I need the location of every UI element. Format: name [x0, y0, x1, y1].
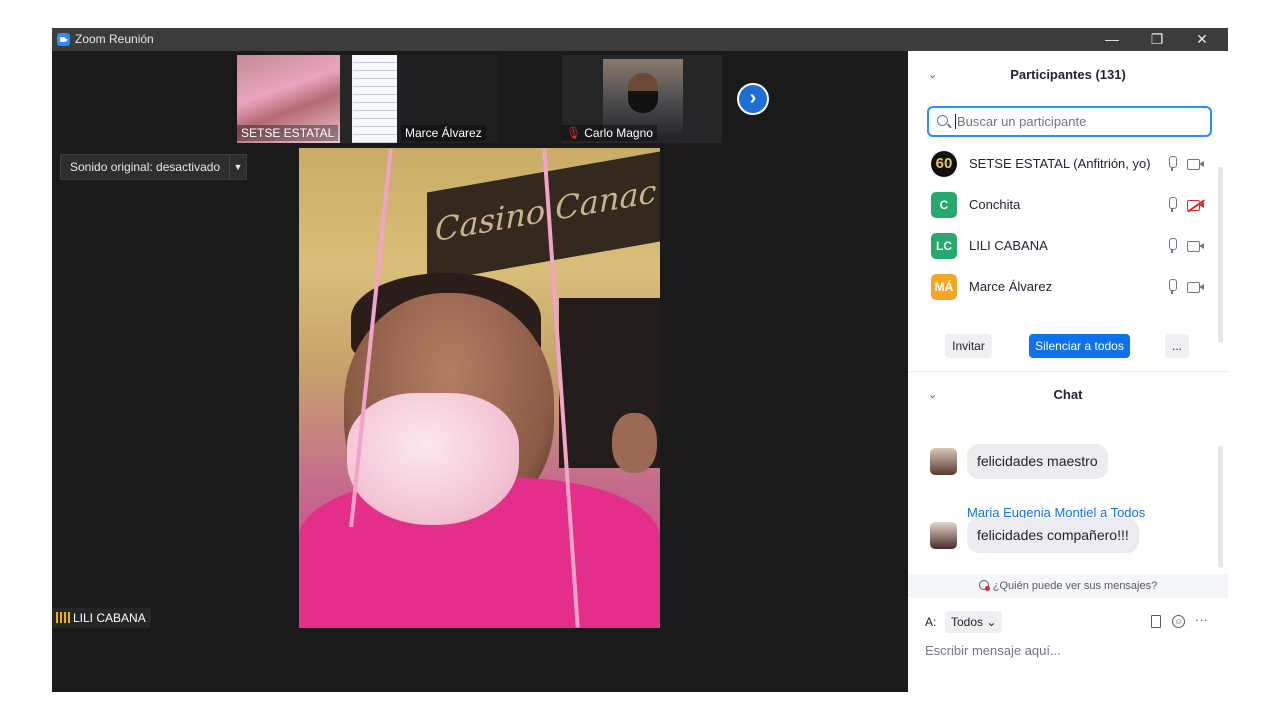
- chat-title: Chat: [1053, 387, 1083, 402]
- video-area: SETSE ESTATAL Marce Álvarez 🎙 Carlo Magno…: [52, 51, 908, 692]
- active-speaker-name: LILI CABANA: [73, 611, 146, 625]
- participant-name: SETSE ESTATAL (Anfitrión, yo): [969, 156, 1151, 171]
- avatar: [930, 522, 957, 549]
- search-icon: [937, 115, 948, 126]
- participant-name: Conchita: [969, 197, 1021, 212]
- participant-list: 60 SETSE ESTATAL (Anfitrión, yo) C Conch…: [908, 144, 1220, 310]
- close-button[interactable]: ✕: [1179, 28, 1225, 51]
- minimize-button[interactable]: —: [1089, 28, 1135, 51]
- participant-row[interactable]: 60 SETSE ESTATAL (Anfitrión, yo): [908, 144, 1220, 185]
- participant-row[interactable]: LC LILI CABANA: [908, 226, 1220, 267]
- thumbnail-name: Carlo Magno: [584, 126, 653, 140]
- zoom-app-icon: [57, 33, 70, 46]
- title-bar: Zoom Reunión — ❐ ✕: [52, 28, 1228, 51]
- emoji-icon[interactable]: ☺: [1172, 615, 1185, 628]
- camera-off-icon[interactable]: [1187, 199, 1205, 213]
- recipient-label: A:: [925, 615, 937, 629]
- participant-name: LILI CABANA: [969, 238, 1048, 253]
- avatar: [930, 448, 957, 475]
- active-speaker-video: Casino Canac: [299, 148, 660, 628]
- message-visibility-info[interactable]: ¿Quién puede ver sus mensajes?: [908, 574, 1228, 598]
- camera-icon[interactable]: [1187, 282, 1205, 293]
- signal-strength-icon: [56, 612, 70, 623]
- more-options-button[interactable]: ...: [1165, 334, 1189, 358]
- camera-icon[interactable]: [1187, 241, 1205, 252]
- chat-message-input[interactable]: Escribir mensaje aquí...: [925, 641, 1215, 661]
- microphone-icon[interactable]: [1167, 279, 1177, 295]
- chat-message-text: felicidades maestro: [967, 444, 1108, 479]
- speaker-mask: [347, 393, 519, 525]
- invite-button[interactable]: Invitar: [945, 334, 992, 358]
- search-placeholder: Buscar un participante: [957, 114, 1087, 129]
- recipient-select[interactable]: Todos ⌄: [945, 611, 1003, 633]
- recipient-value: Todos: [951, 615, 984, 629]
- side-panel: ⌄ Participantes (131) Buscar un particip…: [908, 51, 1228, 692]
- active-speaker-label: LILI CABANA: [52, 608, 151, 628]
- participant-name: Marce Álvarez: [969, 279, 1053, 294]
- participant-search-input[interactable]: Buscar un participante: [927, 106, 1212, 137]
- participants-scrollbar[interactable]: [1218, 167, 1223, 343]
- panel-divider: [908, 371, 1228, 372]
- camera-icon[interactable]: [1187, 159, 1205, 170]
- microphone-icon[interactable]: [1167, 156, 1177, 172]
- video-thumbnail[interactable]: Marce Álvarez: [353, 55, 497, 143]
- avatar: 60: [931, 151, 957, 177]
- chevron-right-icon: ›: [749, 87, 757, 109]
- participant-row[interactable]: MÁ Marce Álvarez: [908, 267, 1220, 308]
- original-sound-label: Sonido original: desactivado: [70, 160, 221, 174]
- background-person: [612, 413, 657, 473]
- chevron-down-icon: ⌄: [986, 615, 997, 629]
- shared-document-image: [353, 55, 397, 143]
- mic-muted-icon: 🎙: [566, 126, 582, 140]
- microphone-icon[interactable]: [1167, 238, 1177, 254]
- restore-button[interactable]: ❐: [1134, 28, 1180, 51]
- chevron-down-icon[interactable]: ▼: [229, 155, 246, 179]
- avatar: C: [931, 192, 957, 218]
- next-page-button[interactable]: ›: [737, 83, 769, 115]
- zoom-window: Zoom Reunión — ❐ ✕ SETSE ESTATAL Marce Á…: [52, 28, 1228, 692]
- text-cursor: [955, 114, 956, 129]
- original-sound-dropdown[interactable]: Sonido original: desactivado ▼: [60, 154, 247, 180]
- person-icon: [978, 580, 990, 591]
- chat-recipient-row: A: Todos ⌄ ☺ ···: [908, 611, 1228, 633]
- participant-row[interactable]: C Conchita: [908, 185, 1220, 226]
- avatar: LC: [931, 233, 957, 259]
- mute-all-button[interactable]: Silenciar a todos: [1029, 334, 1130, 358]
- thumbnail-name: Marce Álvarez: [401, 125, 486, 141]
- video-thumbnail[interactable]: SETSE ESTATAL: [237, 55, 353, 143]
- thumbnail-name: SETSE ESTATAL: [237, 125, 339, 141]
- visibility-text: ¿Quién puede ver sus mensajes?: [992, 580, 1158, 592]
- window-title: Zoom Reunión: [75, 32, 154, 46]
- participant-row[interactable]: [908, 308, 1220, 310]
- chat-scrollbar[interactable]: [1218, 446, 1223, 568]
- chat-message-text: felicidades compañero!!!: [967, 518, 1139, 553]
- thumbnail-name-row: 🎙 Carlo Magno: [562, 125, 657, 141]
- participants-title: Participantes (131): [1010, 67, 1126, 82]
- microphone-icon[interactable]: [1167, 197, 1177, 213]
- avatar: MÁ: [931, 274, 957, 300]
- file-icon[interactable]: [1151, 615, 1161, 628]
- more-icon[interactable]: ···: [1195, 612, 1208, 627]
- video-thumbnail[interactable]: 🎙 Carlo Magno: [562, 55, 722, 143]
